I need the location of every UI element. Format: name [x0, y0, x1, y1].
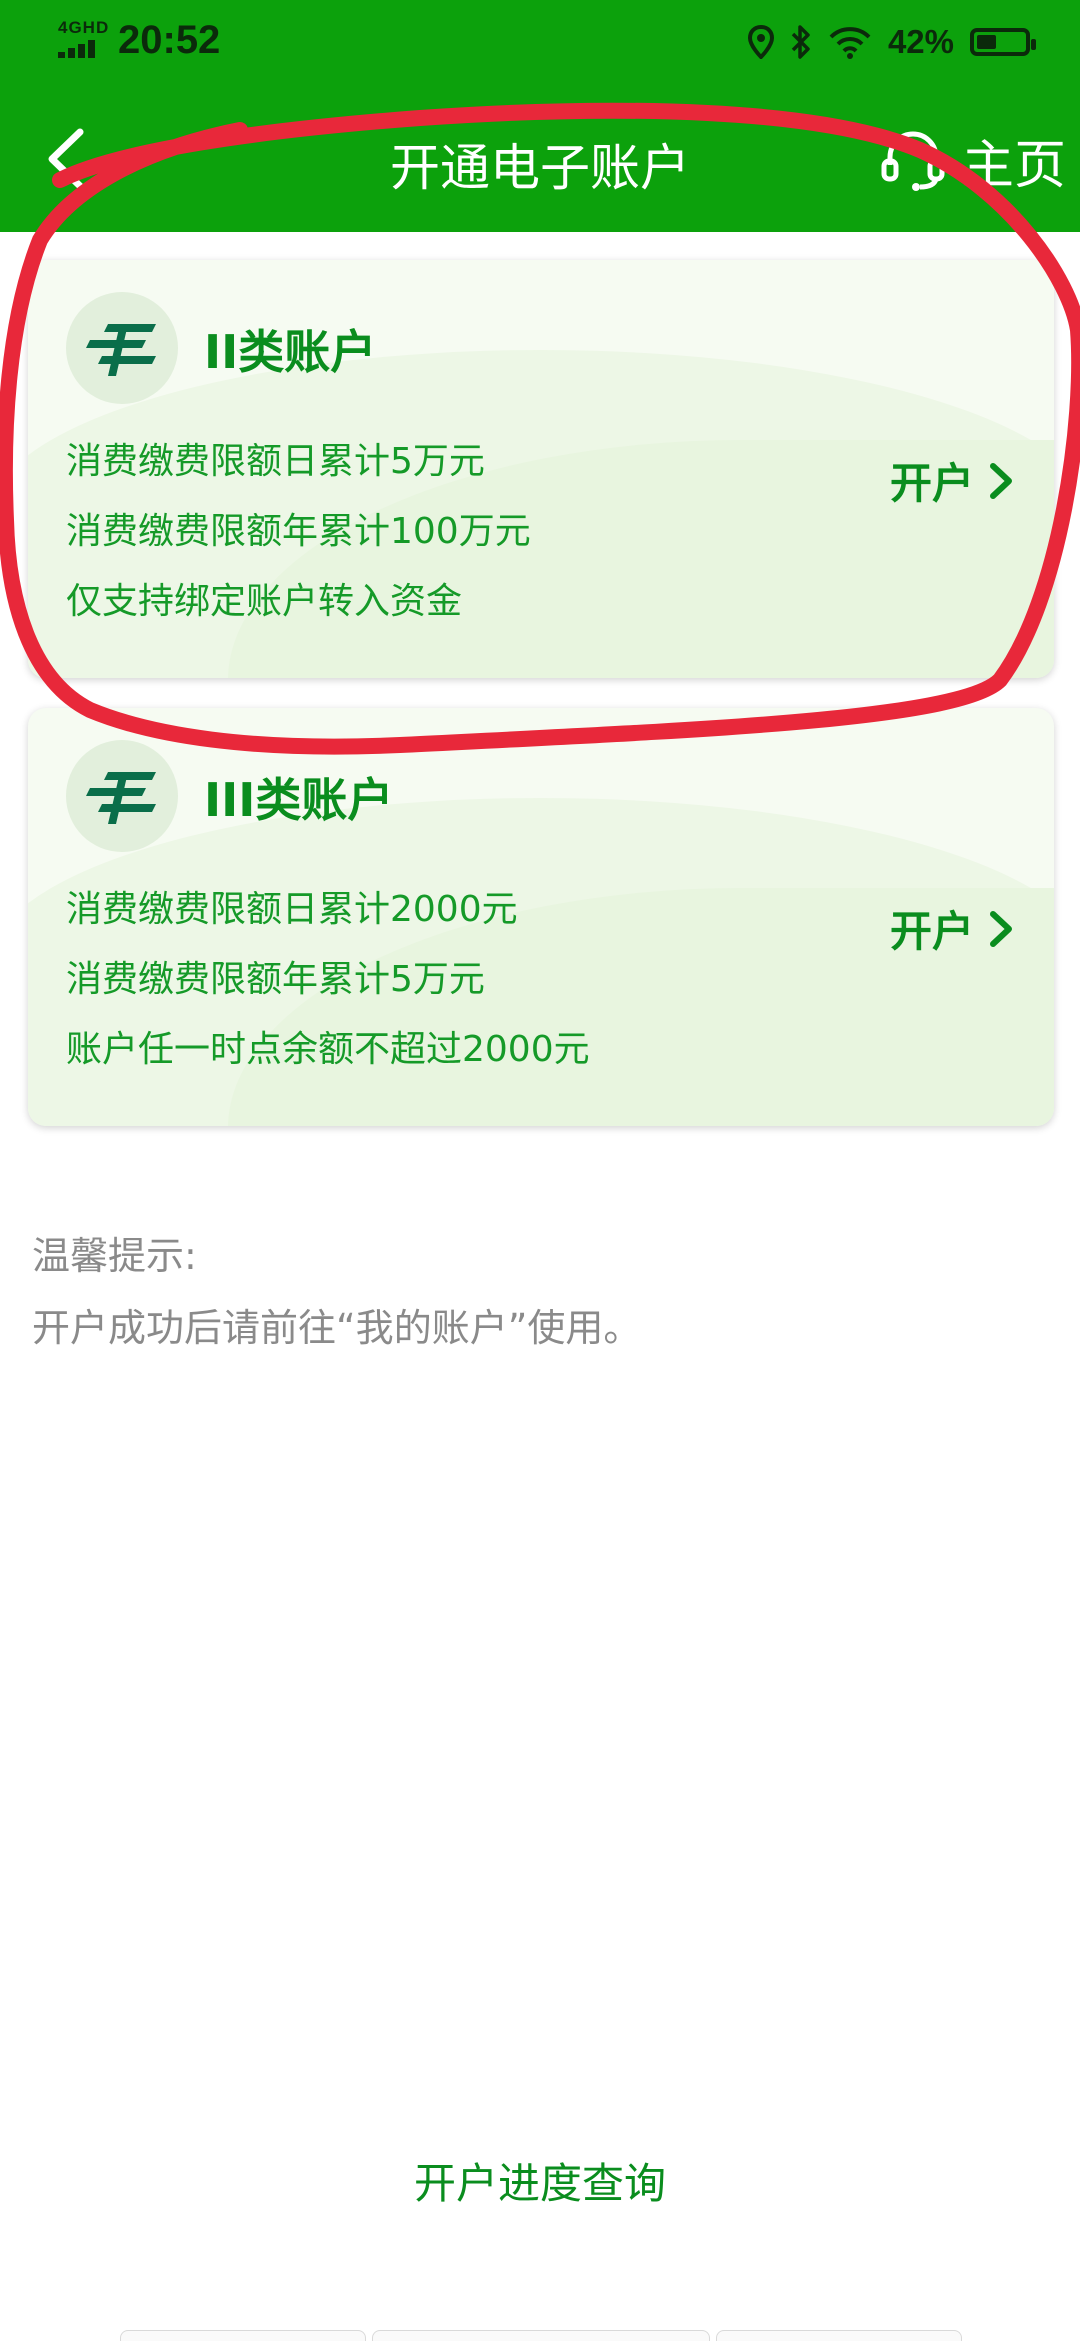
status-time: 20:52: [118, 18, 221, 62]
battery-percent: 42%: [887, 23, 954, 60]
status-right: 42%: [747, 20, 1036, 64]
battery-icon: [970, 28, 1036, 56]
app-header: 4GHD 20:52 42% 开通电子账户 主页: [0, 0, 1080, 232]
bottom-tab[interactable]: [372, 2330, 710, 2341]
chevron-right-icon: [990, 462, 1012, 499]
bottom-tab[interactable]: [716, 2330, 962, 2341]
headset-icon: [881, 131, 945, 191]
location-icon: [747, 25, 774, 59]
tips-text: 开户成功后请前往“我的账户”使用。: [32, 1306, 642, 1350]
chevron-right-icon: [990, 910, 1012, 947]
open-account-button[interactable]: 开户: [890, 898, 1014, 959]
card-feature: 消费缴费限额日累计5万元: [66, 441, 485, 482]
card-feature: 消费缴费限额日累计2000元: [66, 889, 518, 930]
account-card-ii[interactable]: II类账户 消费缴费限额日累计5万元 消费缴费限额年累计100万元 仅支持绑定账…: [28, 260, 1054, 678]
status-bar: 4GHD 20:52 42%: [0, 0, 1080, 90]
tips-title: 温馨提示:: [32, 1234, 197, 1278]
open-account-label: 开户: [889, 459, 974, 508]
open-account-label: 开户: [889, 907, 974, 956]
card-title: III类账户: [204, 773, 394, 827]
tips-section: 温馨提示: 开户成功后请前往“我的账户”使用。: [32, 1220, 641, 1364]
battery-fill: [977, 35, 996, 49]
open-account-button[interactable]: 开户: [890, 450, 1014, 511]
card-feature: 仅支持绑定账户转入资金: [66, 581, 463, 622]
card-feature: 消费缴费限额年累计100万元: [66, 511, 531, 552]
nav-bar: 开通电子账户 主页: [0, 100, 1080, 232]
postal-logo-icon: [66, 292, 178, 404]
home-button[interactable]: 主页: [880, 122, 1066, 198]
network-type: 4GHD: [58, 18, 110, 37]
bottom-tab-bar: [0, 2330, 1080, 2341]
home-label: 主页: [961, 135, 1066, 196]
card-title: II类账户: [204, 325, 377, 379]
bottom-tab[interactable]: [120, 2330, 366, 2341]
card-feature: 账户任一时点余额不超过2000元: [66, 1029, 590, 1070]
account-card-iii[interactable]: III类账户 消费缴费限额日累计2000元 消费缴费限额年累计5万元 账户任一时…: [28, 708, 1054, 1126]
postal-logo-icon: [66, 740, 178, 852]
progress-query-link[interactable]: 开户进度查询: [0, 2150, 1080, 2211]
wifi-icon: [829, 27, 871, 59]
signal-icon: [58, 40, 106, 58]
card-feature: 消费缴费限额年累计5万元: [66, 959, 485, 1000]
bluetooth-icon: [791, 25, 810, 59]
